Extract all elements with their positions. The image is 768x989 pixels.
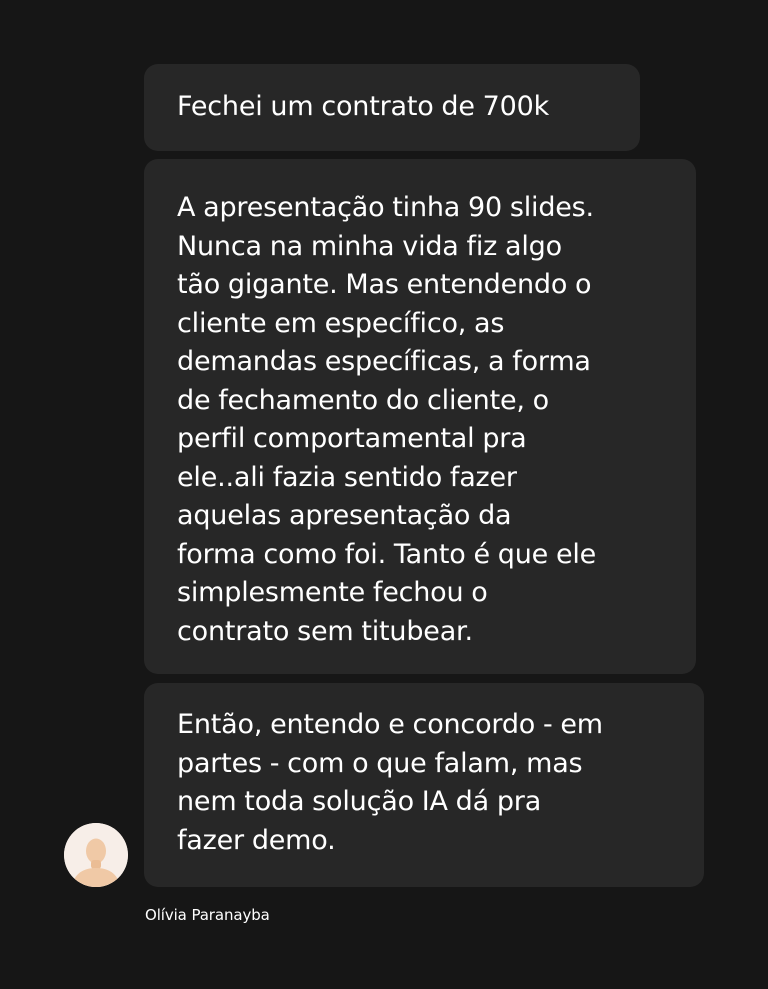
message-text: A apresentação tinha 90 slides. Nunca na… xyxy=(177,192,597,647)
sender-name[interactable]: Olívia Paranayba xyxy=(145,905,270,925)
message-bubble: Então, entendo e concordo - em partes - … xyxy=(144,683,704,887)
default-person-avatar-icon xyxy=(64,823,128,887)
avatar[interactable] xyxy=(64,823,128,887)
message-bubble: A apresentação tinha 90 slides. Nunca na… xyxy=(144,159,696,674)
message-text: Fechei um contrato de 700k xyxy=(177,91,550,122)
message-bubble: Fechei um contrato de 700k xyxy=(144,64,640,151)
message-text: Então, entendo e concordo - em partes - … xyxy=(177,709,603,856)
